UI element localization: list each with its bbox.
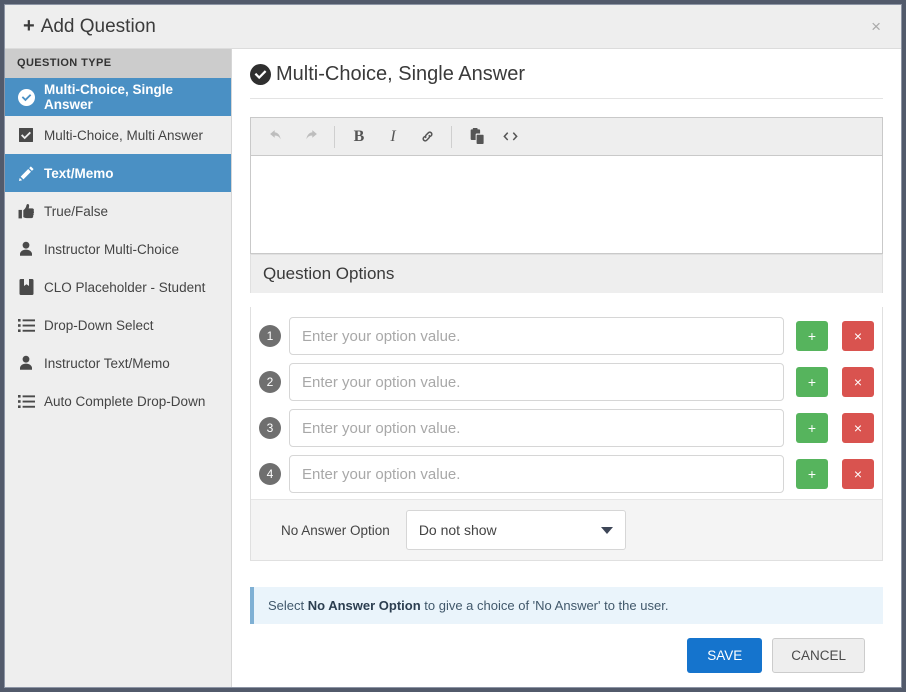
option-value-input[interactable] [289,317,784,355]
add-option-button[interactable]: + [796,321,828,351]
option-number-badge: 1 [259,325,281,347]
close-icon[interactable]: × [865,14,887,39]
sidebar-item-label: Text/Memo [44,165,114,181]
option-value-input[interactable] [289,363,784,401]
sidebar-item-label: Instructor Multi-Choice [44,241,180,257]
sidebar-item-instructor-text-memo[interactable]: Instructor Text/Memo [5,344,231,382]
sidebar-item-label: Multi-Choice, Single Answer [44,82,174,112]
sidebar-item-instructor-multi-choice[interactable]: Instructor Multi-Choice [5,230,231,268]
option-row: 1 + × [251,313,882,359]
modal-footer: SAVE CANCEL [250,624,883,687]
option-value-input[interactable] [289,409,784,447]
panel-title: Multi-Choice, Single Answer [250,49,883,99]
check-square-icon [17,126,35,144]
sidebar-item-auto-complete-drop-down[interactable]: Auto Complete Drop-Down [5,382,231,420]
option-number-badge: 4 [259,463,281,485]
toolbar-separator [334,125,335,148]
delete-option-button[interactable]: × [842,367,874,397]
question-options-heading: Question Options [250,254,883,293]
rich-text-editor: B I [250,117,883,254]
add-option-button[interactable]: + [796,413,828,443]
modal-header: + Add Question × [5,5,901,49]
sidebar-heading: QUESTION TYPE [5,49,231,78]
modal-body: QUESTION TYPE Multi-Choice, Single Answe… [5,49,901,687]
sidebar-item-true-false[interactable]: True/False [5,192,231,230]
paste-icon[interactable] [459,122,493,152]
thumbs-up-icon [17,202,35,220]
sidebar-item-multi-choice-multi-answer[interactable]: Multi-Choice, Multi Answer [5,116,231,154]
page-title-label: Add Question [40,15,156,37]
pencil-icon [17,164,35,182]
bold-icon[interactable]: B [342,122,376,152]
add-option-button[interactable]: + [796,367,828,397]
sidebar-item-label: True/False [44,203,109,219]
question-type-sidebar: QUESTION TYPE Multi-Choice, Single Answe… [5,49,232,687]
no-answer-select-wrapper: Do not show [405,510,626,550]
chevron-down-icon [600,526,613,534]
sidebar-item-label: Multi-Choice, Multi Answer [44,127,204,143]
question-options-list: 1 + × 2 + × 3 + × [251,307,882,499]
no-answer-option-label: No Answer Option [281,522,390,538]
option-number-badge: 2 [259,371,281,393]
save-button[interactable]: SAVE [687,638,763,673]
add-question-modal: + Add Question × QUESTION TYPE Multi-Cho… [4,4,902,688]
add-option-button[interactable]: + [796,459,828,489]
list-ul-icon [17,316,35,334]
sidebar-item-drop-down-select[interactable]: Drop-Down Select [5,306,231,344]
user-icon [17,354,35,372]
plus-icon: + [23,14,35,37]
delete-option-button[interactable]: × [842,459,874,489]
toolbar-separator [451,125,452,148]
info-banner-suffix: to give a choice of 'No Answer' to the u… [420,598,669,613]
sidebar-item-label: Auto Complete Drop-Down [44,393,206,409]
no-answer-option-row: No Answer Option Do not show [251,499,882,560]
no-answer-selected-value: Do not show [418,522,497,538]
italic-icon[interactable]: I [376,122,410,152]
option-number-badge: 3 [259,417,281,439]
info-banner-strong: No Answer Option [307,598,421,613]
cancel-button[interactable]: CANCEL [772,638,865,673]
sidebar-item-label: Drop-Down Select [44,317,154,333]
sidebar-item-clo-placeholder-student[interactable]: CLO Placeholder - Student [5,268,231,306]
sidebar-item-label: CLO Placeholder - Student [44,279,206,295]
editor-toolbar: B I [251,118,882,156]
user-icon [17,240,35,258]
question-options-panel: 1 + × 2 + × 3 + × [250,307,883,561]
delete-option-button[interactable]: × [842,321,874,351]
bookmark-icon [17,278,35,296]
link-icon[interactable] [410,122,444,152]
info-banner: Select No Answer Option to give a choice… [250,587,883,624]
no-answer-select[interactable]: Do not show [405,510,626,550]
sidebar-item-text-memo[interactable]: Text/Memo [5,154,231,192]
check-circle-icon [250,64,271,85]
option-row: 2 + × [251,359,882,405]
undo-icon[interactable] [259,122,293,152]
info-banner-prefix: Select [268,598,308,613]
sidebar-item-label: Instructor Text/Memo [44,355,170,371]
sidebar-item-multi-choice-single-answer[interactable]: Multi-Choice, Single Answer [5,78,231,116]
editor-content-area[interactable] [251,156,882,253]
question-editor-panel: Multi-Choice, Single Answer B I Question… [232,49,901,687]
list-ul-icon [17,392,35,410]
option-row: 3 + × [251,405,882,451]
delete-option-button[interactable]: × [842,413,874,443]
option-value-input[interactable] [289,455,784,493]
page-title: + Add Question [23,16,156,38]
code-icon[interactable] [493,122,527,152]
option-row: 4 + × [251,451,882,497]
check-circle-icon [17,88,35,106]
redo-icon[interactable] [293,122,327,152]
panel-title-label: Multi-Choice, Single Answer [276,63,525,85]
